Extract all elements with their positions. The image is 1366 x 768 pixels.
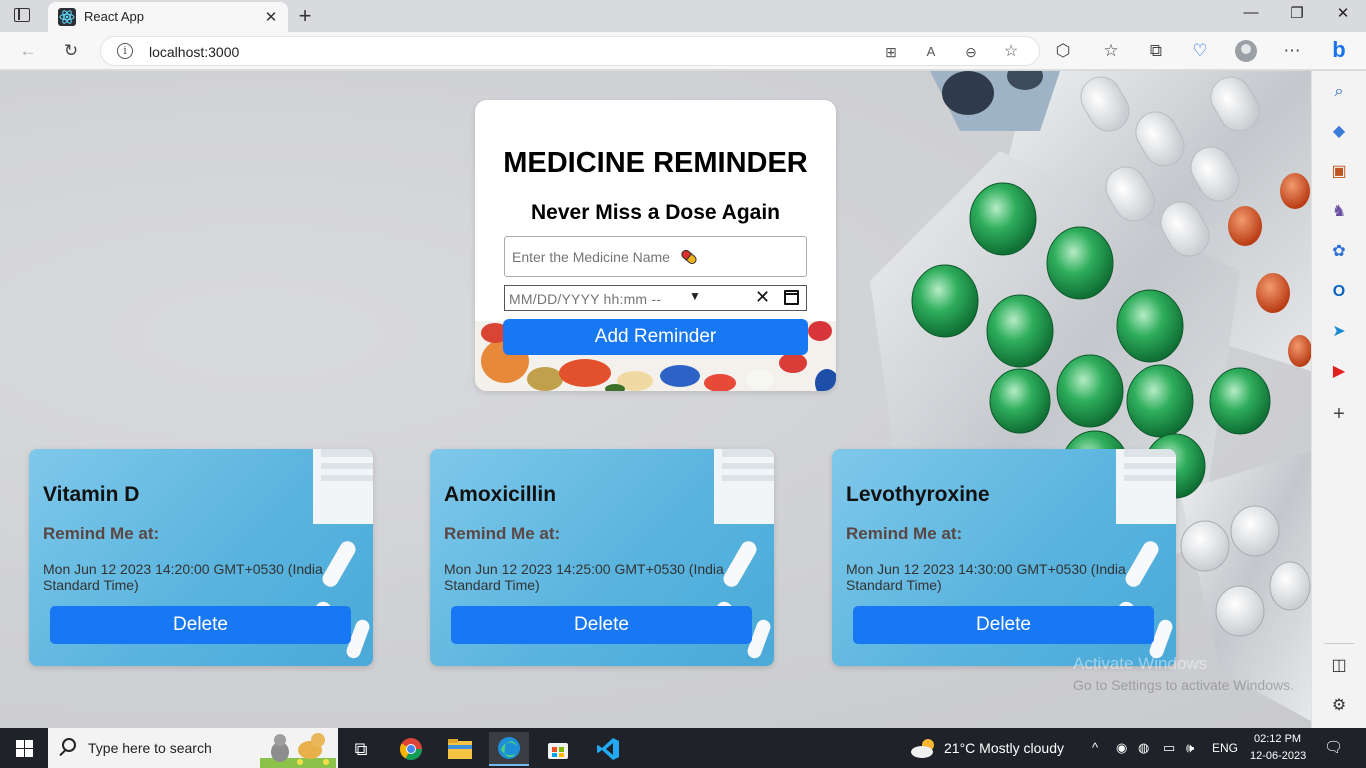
youtube-icon[interactable]: ▶ — [1329, 362, 1349, 382]
address-bar[interactable]: i localhost:3000 ⊞ A ⊖ ☆ — [100, 36, 1040, 66]
send-icon[interactable]: ➤ — [1329, 322, 1349, 342]
delete-reminder-button[interactable]: Delete — [50, 606, 351, 644]
weather-cloudy-icon[interactable] — [910, 737, 938, 759]
microsoft-store-icon[interactable] — [538, 732, 578, 766]
react-favicon-icon — [58, 8, 76, 26]
profile-avatar[interactable] — [1235, 40, 1257, 62]
meet-now-icon[interactable]: ◉ — [1116, 740, 1127, 756]
medicine-name-input[interactable]: Enter the Medicine Name — [504, 236, 807, 277]
clock-time[interactable]: 02:12 PM — [1254, 733, 1301, 745]
minimize-button[interactable]: — — [1228, 4, 1274, 28]
tab-title: React App — [84, 9, 144, 24]
clock-date[interactable]: 12-06-2023 — [1250, 750, 1306, 762]
reminder-card: Amoxicillin Remind Me at: Mon Jun 12 202… — [430, 449, 774, 666]
windows-start-icon[interactable] — [16, 740, 33, 757]
new-tab-button[interactable]: + — [293, 3, 317, 29]
favorite-star-icon[interactable]: ☆ — [1001, 42, 1021, 62]
back-arrow-icon[interactable]: ← — [15, 39, 41, 63]
search-icon — [62, 738, 76, 752]
reminder-medicine-name: Amoxicillin — [444, 483, 557, 506]
reminder-form-card: MEDICINE REMINDER Never Miss a Dose Agai… — [475, 100, 836, 391]
input-language[interactable]: ENG — [1212, 741, 1238, 755]
file-explorer-icon[interactable] — [440, 732, 480, 766]
chrome-app-icon[interactable] — [391, 732, 431, 766]
clear-datetime-icon[interactable]: ✕ — [755, 287, 770, 308]
taskbar-search-box[interactable]: Type here to search — [48, 728, 338, 768]
browser-tab-bar: React App ✕ + — ❐ ✕ — [0, 0, 1366, 32]
zoom-icon[interactable]: ⊖ — [961, 42, 981, 62]
calendar-icon[interactable] — [784, 290, 799, 305]
medicine-name-placeholder: Enter the Medicine Name — [512, 249, 670, 265]
browser-essentials-icon[interactable]: ♡ — [1187, 39, 1213, 63]
collections-icon[interactable]: ⧉ — [1143, 39, 1169, 63]
reminder-time: Mon Jun 12 2023 14:25:00 GMT+0530 (India… — [444, 561, 724, 593]
activate-windows-subtitle: Go to Settings to activate Windows. — [1073, 677, 1294, 693]
show-hidden-icons-chevron-icon[interactable]: ^ — [1092, 740, 1098, 755]
close-tab-icon[interactable]: ✕ — [262, 8, 280, 26]
battery-icon[interactable]: ▭ — [1163, 740, 1175, 756]
favorites-icon[interactable]: ☆ — [1098, 39, 1124, 63]
reminder-card: Vitamin D Remind Me at: Mon Jun 12 2023 … — [29, 449, 373, 666]
app-subtitle: Never Miss a Dose Again — [531, 201, 780, 224]
remind-me-label: Remind Me at: — [43, 524, 160, 543]
edge-app-icon[interactable] — [489, 732, 529, 766]
vscode-app-icon[interactable] — [588, 732, 628, 766]
sidebar-settings-gear-icon[interactable]: ⚙ — [1329, 696, 1349, 716]
reminder-time: Mon Jun 12 2023 14:30:00 GMT+0530 (India… — [846, 561, 1126, 593]
tools-briefcase-icon[interactable]: ▣ — [1329, 162, 1349, 182]
bing-chat-icon[interactable]: b — [1324, 34, 1354, 66]
more-menu-icon[interactable]: ⋯ — [1279, 39, 1305, 63]
volume-icon[interactable]: 🕪 — [1186, 740, 1194, 756]
remind-me-label: Remind Me at: — [444, 524, 561, 543]
network-status-icon[interactable]: ◍ — [1138, 740, 1149, 756]
task-view-icon[interactable]: ⧉ — [341, 732, 381, 766]
reminder-time: Mon Jun 12 2023 14:20:00 GMT+0530 (India… — [43, 561, 323, 593]
close-window-button[interactable]: ✕ — [1320, 4, 1366, 28]
app-title: MEDICINE REMINDER — [503, 147, 808, 179]
tab-actions-icon[interactable] — [14, 8, 30, 22]
hide-sidebar-icon[interactable]: ◫ — [1329, 656, 1349, 676]
add-reminder-button[interactable]: Add Reminder — [503, 319, 808, 355]
maximize-button[interactable]: ❐ — [1274, 4, 1320, 28]
reminder-datetime-input[interactable]: MM/DD/YYYY hh:mm -- ▼ ✕ — [504, 285, 807, 311]
pill-icon — [681, 249, 697, 265]
delete-reminder-button[interactable]: Delete — [853, 606, 1154, 644]
games-icon[interactable]: ♞ — [1329, 202, 1349, 222]
page-viewport: MEDICINE REMINDER Never Miss a Dose Agai… — [0, 71, 1311, 728]
delete-reminder-button[interactable]: Delete — [451, 606, 752, 644]
site-info-icon[interactable]: i — [117, 43, 133, 59]
weather-text[interactable]: 21°C Mostly cloudy — [944, 740, 1064, 756]
search-icon[interactable]: ⌕ — [1329, 82, 1349, 102]
outlook-icon[interactable]: O — [1329, 282, 1349, 302]
sidebar-divider — [1324, 643, 1354, 644]
notifications-icon[interactable]: 🗨 — [1324, 738, 1343, 756]
taskbar-search-placeholder: Type here to search — [88, 740, 212, 756]
remind-me-label: Remind Me at: — [846, 524, 963, 543]
read-aloud-icon[interactable]: A — [921, 42, 941, 62]
activate-windows-title: Activate Windows — [1073, 654, 1208, 673]
shopping-tag-icon[interactable]: ◆ — [1329, 122, 1349, 142]
add-sidebar-app-icon[interactable]: + — [1329, 404, 1349, 424]
browser-toolbar: ← ↻ i localhost:3000 ⊞ A ⊖ ☆ ⬡ ☆ ⧉ ♡ ⋯ b — [0, 32, 1366, 70]
app-available-icon[interactable]: ⊞ — [881, 42, 901, 62]
windows-taskbar: Type here to search ⧉ 21°C Mostly cloudy… — [0, 728, 1366, 768]
microsoft-365-icon[interactable]: ✿ — [1329, 242, 1349, 262]
url-text[interactable]: localhost:3000 — [149, 44, 239, 60]
extensions-icon[interactable]: ⬡ — [1050, 39, 1076, 63]
datetime-placeholder: MM/DD/YYYY hh:mm -- — [509, 291, 662, 307]
reminder-medicine-name: Vitamin D — [43, 483, 140, 506]
reminder-card: Levothyroxine Remind Me at: Mon Jun 12 2… — [832, 449, 1176, 666]
browser-tab-react-app[interactable]: React App ✕ — [48, 2, 288, 32]
reminder-medicine-name: Levothyroxine — [846, 483, 990, 506]
refresh-icon[interactable]: ↻ — [58, 39, 84, 63]
edge-sidebar: ⌕ ◆ ▣ ♞ ✿ O ➤ ▶ + ◫ ⚙ — [1311, 71, 1366, 728]
ampm-dropdown-chevron-icon[interactable]: ▼ — [689, 289, 701, 303]
search-highlight-animals-image — [260, 733, 336, 768]
